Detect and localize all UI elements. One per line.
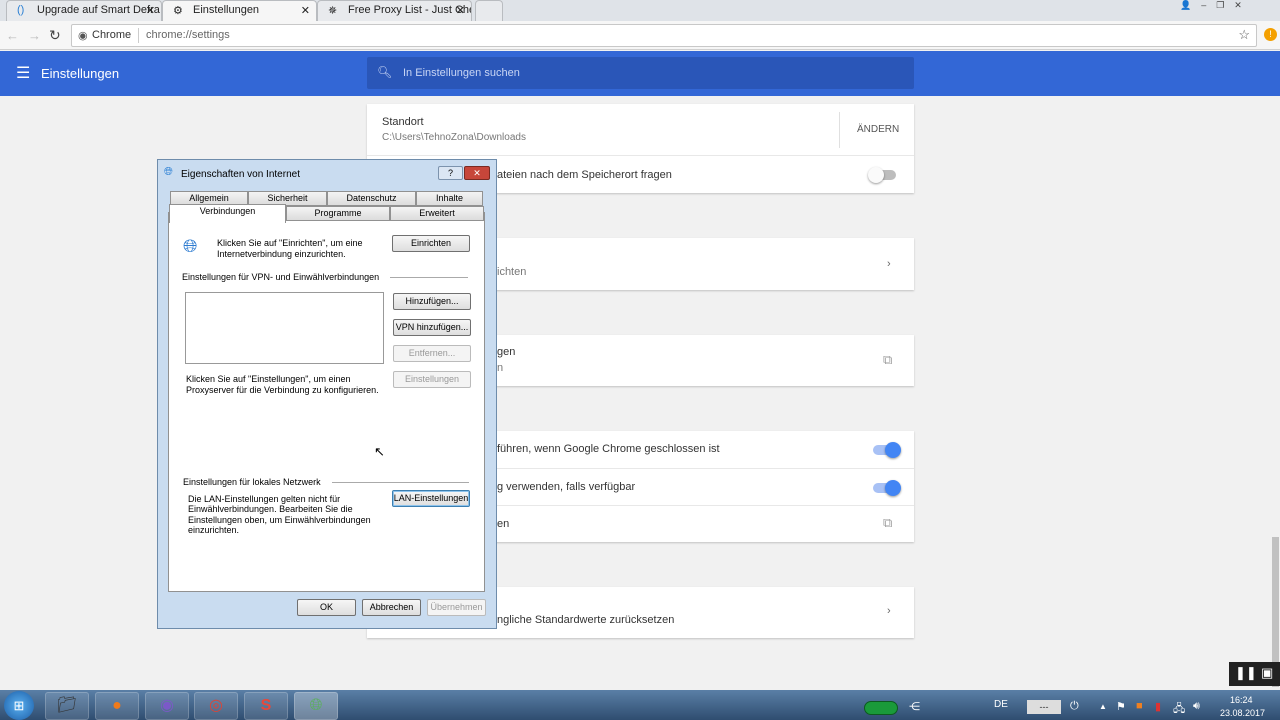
internet-options-icon: 🌐︎ (164, 166, 173, 178)
internet-properties-dialog: 🌐︎ Eigenschaften von Internet ? ✕ Allgem… (157, 159, 497, 629)
menu-icon[interactable]: ☰ (16, 63, 30, 83)
network-icon[interactable]: 🖧︎ (1173, 700, 1185, 719)
chrome-icon: ◉ (78, 30, 88, 42)
chrome-taskbar-icon[interactable]: ◎ (194, 692, 238, 720)
network-share-icon[interactable]: ⋲ (909, 700, 920, 713)
battery-indicator[interactable]: --- (1027, 700, 1061, 714)
avast-icon[interactable]: ■ (1136, 700, 1143, 712)
background-apps-toggle[interactable] (873, 442, 901, 458)
language-indicator[interactable]: DE (994, 699, 1008, 710)
close-tab-icon[interactable]: ✕ (301, 4, 310, 17)
clock-date[interactable]: 23.08.2017 (1220, 708, 1265, 718)
tab-free-proxy[interactable]: ✵ Free Proxy List - Just Che ✕ (317, 0, 472, 21)
tab-erweitert[interactable]: Erweitert (390, 206, 484, 221)
window-controls[interactable]: 👤–❐✕ (1180, 0, 1280, 12)
scrollbar[interactable] (1271, 97, 1280, 690)
start-button[interactable]: ⊞ (4, 691, 34, 720)
new-tab-button[interactable] (475, 0, 503, 21)
picture-icon[interactable]: ▣ (1261, 665, 1273, 681)
reload-icon[interactable]: ↻ (49, 27, 61, 44)
connection-settings-button[interactable]: Einstellungen (393, 371, 471, 388)
external-link-icon: ⧉ (883, 515, 893, 530)
app-s-taskbar-icon[interactable]: S (244, 692, 288, 720)
add-vpn-button[interactable]: VPN hinzufügen... (393, 319, 471, 336)
tab-inhalte[interactable]: Inhalte (416, 191, 483, 206)
setup-button[interactable]: Einrichten (392, 235, 470, 252)
divider (138, 28, 139, 43)
page-title: Einstellungen (41, 66, 120, 81)
taskbar (0, 690, 1280, 720)
proxy-icon: ✵ (328, 5, 338, 17)
chevron-right-icon: › (887, 258, 891, 270)
battery-alert-icon[interactable]: ▮ (1155, 700, 1161, 713)
connections-list[interactable] (185, 292, 384, 364)
explorer-taskbar-icon[interactable]: 📁︎ (45, 692, 89, 720)
hardware-acceleration-toggle[interactable] (873, 480, 901, 496)
settings-search-input[interactable]: 🔍︎ In Einstellungen suchen (367, 57, 914, 89)
cancel-button[interactable]: Abbrechen (362, 599, 421, 616)
tab-einstellungen[interactable]: ⚙ Einstellungen ✕ (162, 0, 317, 21)
star-icon[interactable]: ☆ (1238, 27, 1250, 43)
address-bar[interactable]: ◉ Chrome chrome://settings ☆ (71, 24, 1257, 47)
remove-button[interactable]: Entfernen... (393, 345, 471, 362)
video-controls[interactable]: ❚❚ ▣ (1229, 662, 1280, 686)
tab-datenschutz[interactable]: Datenschutz (327, 191, 416, 206)
power-plug-icon[interactable]: ⏻ (1070, 700, 1079, 713)
tab-smart-defrag[interactable]: () Upgrade auf Smart Defra ✕ (6, 0, 162, 21)
internet-options-taskbar-icon[interactable]: 🌐︎ (294, 692, 338, 720)
help-button[interactable]: ? (438, 166, 463, 180)
viber-taskbar-icon[interactable]: ◉ (145, 692, 189, 720)
flag-icon[interactable]: ⚑ (1116, 700, 1126, 713)
add-button[interactable]: Hinzufügen... (393, 293, 471, 310)
apply-button[interactable]: Übernehmen (427, 599, 486, 616)
clock-time[interactable]: 16:24 (1230, 695, 1253, 705)
pause-icon[interactable]: ❚❚ (1235, 665, 1257, 681)
close-tab-icon[interactable]: ✕ (146, 4, 155, 17)
status-pill-icon[interactable] (864, 701, 898, 715)
external-link-icon: ⧉ (883, 352, 893, 367)
show-hidden-icons[interactable]: ▲ (1099, 702, 1107, 711)
volume-icon[interactable]: 🔊︎ (1193, 700, 1200, 713)
chevron-right-icon: › (887, 605, 891, 617)
close-button[interactable]: ✕ (464, 166, 490, 180)
ok-button[interactable]: OK (297, 599, 356, 616)
smart-defrag-icon: () (17, 4, 25, 16)
update-alert-icon[interactable]: ! (1264, 28, 1277, 41)
search-icon: 🔍︎ (377, 65, 393, 79)
tab-verbindungen[interactable]: Verbindungen (169, 204, 286, 223)
ask-location-toggle[interactable] (868, 167, 896, 183)
firefox-taskbar-icon[interactable]: ● (95, 692, 139, 720)
back-icon[interactable]: ← (6, 28, 19, 43)
tab-programme[interactable]: Programme (286, 206, 390, 221)
gear-icon: ⚙ (173, 5, 183, 17)
forward-icon[interactable]: → (28, 28, 41, 43)
close-tab-icon[interactable]: ✕ (456, 4, 465, 17)
globe-icon: 🌐︎ (183, 236, 198, 256)
lan-settings-button[interactable]: LAN-Einstellungen (392, 490, 470, 507)
mouse-cursor-icon: ↖ (374, 444, 385, 459)
change-location-button[interactable]: ÄNDERN (857, 124, 899, 135)
